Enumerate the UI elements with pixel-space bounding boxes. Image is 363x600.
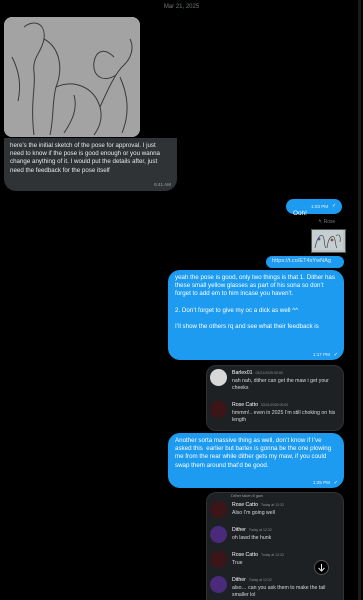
message-text: Another sorta massive thing as well, don… (175, 437, 333, 469)
message-time: 1:17 PM (312, 352, 330, 357)
attached-image-thumbnail[interactable] (311, 229, 346, 253)
received-message[interactable]: here’s the initial sketch of the pose fo… (4, 138, 177, 191)
quoted-header: Dither taken 8 gam (231, 494, 264, 498)
message-text: Ooh! (293, 210, 307, 217)
message-meta: 03/21/2025 00:00 (260, 403, 289, 407)
link-message[interactable]: https://t.co/ET4sYwNAg (266, 256, 344, 268)
chat-text: hmmm!.. even in 2025 I’m still choking o… (232, 410, 337, 423)
avatar (210, 576, 227, 593)
message-meta: Today at 12:32 (260, 503, 284, 507)
check-circle-icon: ✓ (333, 480, 338, 486)
chat-text: nah nah, dither can get the maw i get yo… (232, 378, 331, 391)
reply-indicator: ↰ Rose (318, 219, 335, 225)
check-circle-icon: ✓ (332, 203, 337, 209)
sent-message[interactable]: Another sorta massive thing as well, don… (168, 433, 344, 488)
check-circle-icon: ✓ (333, 352, 338, 358)
avatar (210, 551, 227, 568)
avatar (210, 369, 227, 386)
chat-message: Dither Today at 12:32 oh lawd the hunk (209, 526, 341, 548)
reply-label: Rose (323, 219, 336, 225)
chat-text: oh lawd the hunk (232, 535, 272, 541)
chat-message: Rose Catto 03/21/2025 00:00 hmmm!.. even … (209, 401, 341, 431)
message-meta: Today at 12:32 (248, 578, 272, 582)
date-divider: Mar 21, 2025 (163, 4, 200, 10)
chat-message: Dither Today at 12:32 also… can you ask t… (209, 576, 341, 600)
message-text: here’s the initial sketch of the pose fo… (10, 142, 162, 174)
author-name: Rose Catto (232, 552, 258, 558)
sent-message[interactable]: Ooh! 1:03 PM ✓ (286, 199, 342, 217)
message-time: 6:41 AM (154, 182, 171, 187)
author-name: Dither (232, 577, 246, 583)
chat-text: Also I’m going well (232, 510, 275, 516)
author-name: Barlex01 (232, 370, 253, 376)
screenshot-attachment[interactable]: Barlex01 03/21/2025 00:00 nah nah, dither… (206, 365, 344, 431)
author-name: Dither (232, 527, 246, 533)
avatar (210, 401, 227, 418)
author-name: Rose Catto (232, 402, 258, 408)
chat-message: Barlex01 03/21/2025 00:00 nah nah, dither… (209, 369, 341, 399)
author-name: Rose Catto (232, 502, 258, 508)
sketch-image[interactable] (4, 17, 140, 137)
sent-message[interactable]: yeah the pose is good, only two things i… (168, 270, 344, 360)
message-meta: Today at 12:32 (248, 528, 272, 532)
scrollbar[interactable] (358, 0, 361, 600)
arrow-down-icon (318, 564, 325, 572)
scroll-to-bottom-button[interactable] (314, 560, 329, 575)
avatar (210, 501, 227, 518)
message-time: 1:03 PM (311, 204, 329, 209)
chat-message: Rose Catto Today at 12:32 Also I’m going … (209, 501, 341, 523)
message-text: yeah the pose is good, only two things i… (175, 274, 335, 331)
message-meta: 03/21/2025 00:00 (255, 371, 283, 375)
screenshot-attachment[interactable]: Dither taken 8 gam Rose Catto Today at 12… (206, 492, 344, 600)
message-meta: Today at 12:32 (260, 553, 284, 557)
chat-text: also… can you ask them to make the tail … (232, 585, 327, 598)
link-text[interactable]: https://t.co/ET4sYwNAg (272, 258, 331, 264)
message-time: 1:25 PM (312, 480, 330, 485)
avatar (210, 526, 227, 543)
